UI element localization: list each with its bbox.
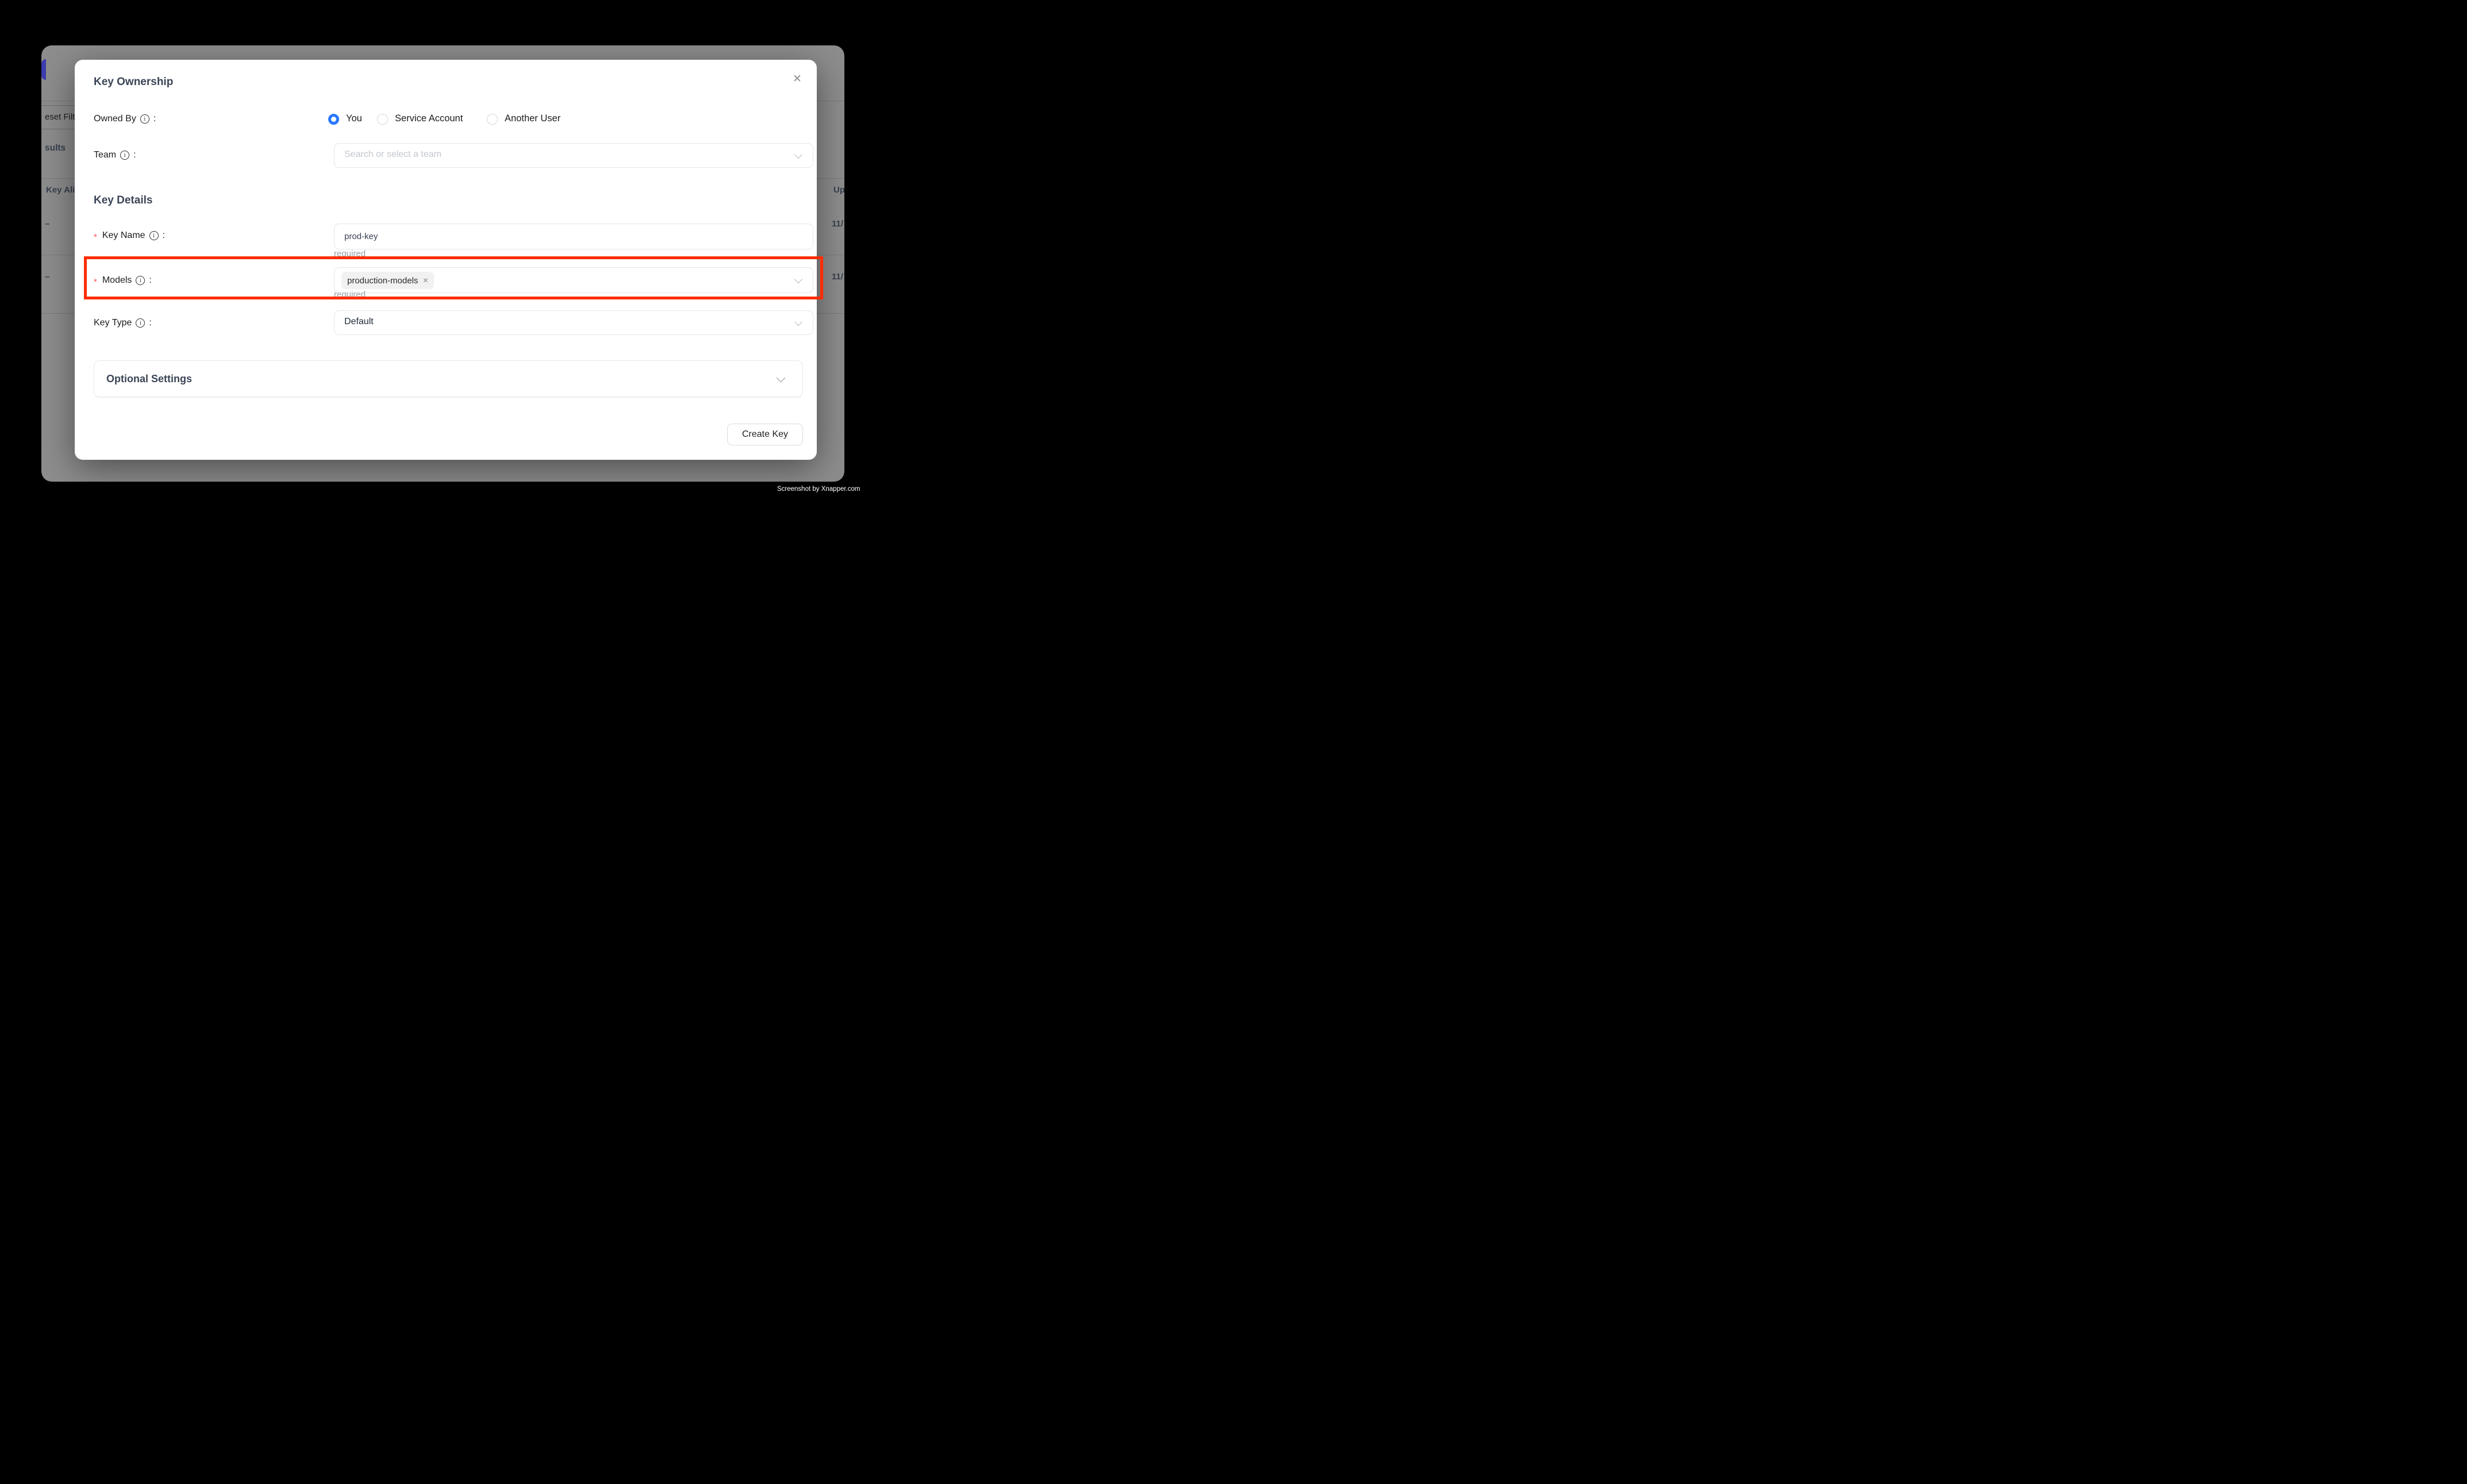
label-colon: : bbox=[133, 150, 136, 160]
optional-settings-title: Optional Settings bbox=[106, 373, 192, 385]
key-name-input[interactable]: prod-key bbox=[334, 224, 813, 249]
label-colon: : bbox=[163, 230, 165, 241]
column-header-updated: Up bbox=[833, 185, 844, 195]
radio-you-label[interactable]: You bbox=[346, 113, 362, 124]
team-select-placeholder: Search or select a team bbox=[344, 149, 441, 160]
label-colon: : bbox=[149, 318, 151, 328]
models-label: * Models i : bbox=[94, 274, 152, 287]
info-icon[interactable]: i bbox=[120, 151, 129, 160]
key-name-label: * Key Name i : bbox=[94, 229, 165, 242]
radio-you[interactable] bbox=[328, 114, 339, 125]
info-icon[interactable]: i bbox=[149, 231, 159, 240]
chevron-down-icon[interactable] bbox=[794, 275, 802, 283]
team-select[interactable]: Search or select a team bbox=[334, 143, 813, 168]
results-count-partial: sults bbox=[45, 143, 66, 153]
radio-another-user[interactable] bbox=[487, 114, 498, 125]
section-title-key-details: Key Details bbox=[94, 194, 152, 207]
required-marker: * bbox=[94, 232, 97, 242]
key-name-value: prod-key bbox=[344, 232, 378, 241]
key-type-label: Key Type i : bbox=[94, 317, 152, 329]
key-name-required-error: required bbox=[334, 249, 366, 259]
close-icon[interactable]: ✕ bbox=[790, 72, 804, 86]
reset-filters-button-partial[interactable]: eset Filt bbox=[41, 105, 79, 129]
owned-by-label: Owned By i : bbox=[94, 113, 156, 125]
models-label-text: Models bbox=[102, 275, 132, 286]
table-row: 11/ bbox=[832, 219, 843, 229]
chevron-down-icon[interactable] bbox=[777, 374, 786, 383]
key-type-select[interactable]: Default bbox=[334, 310, 813, 335]
owned-by-label-text: Owned By bbox=[94, 114, 136, 124]
section-title-key-ownership: Key Ownership bbox=[94, 76, 173, 89]
key-type-label-text: Key Type bbox=[94, 318, 132, 328]
table-row: 11/ bbox=[832, 272, 843, 282]
key-name-label-text: Key Name bbox=[102, 230, 145, 241]
watermark-text: Screenshot by Xnapper.com bbox=[777, 486, 860, 493]
models-tag-label: production-models bbox=[347, 276, 418, 286]
team-label-text: Team bbox=[94, 150, 116, 160]
optional-settings-panel[interactable]: Optional Settings bbox=[94, 360, 803, 397]
create-key-button-partial[interactable] bbox=[41, 59, 46, 80]
team-label: Team i : bbox=[94, 149, 136, 162]
required-marker: * bbox=[94, 277, 97, 287]
radio-service-account-label[interactable]: Service Account bbox=[395, 113, 463, 124]
screenshot-stage: eset Filt sults Key Alia Up – 11/ – 11/ … bbox=[0, 0, 885, 532]
chevron-down-icon[interactable] bbox=[794, 151, 802, 159]
label-colon: : bbox=[149, 275, 151, 286]
create-key-button[interactable]: Create Key bbox=[727, 424, 803, 445]
radio-service-account[interactable] bbox=[377, 114, 388, 125]
info-icon[interactable]: i bbox=[136, 318, 145, 328]
label-colon: : bbox=[153, 114, 156, 124]
models-selected-tag: production-models ✕ bbox=[341, 272, 434, 289]
table-row: – bbox=[45, 272, 49, 282]
remove-tag-icon[interactable]: ✕ bbox=[422, 276, 428, 285]
table-row: – bbox=[45, 219, 49, 229]
models-select[interactable]: production-models ✕ bbox=[334, 267, 813, 293]
create-key-modal: ✕ Key Ownership Owned By i : You Service… bbox=[75, 60, 817, 460]
radio-another-user-label[interactable]: Another User bbox=[505, 113, 560, 124]
key-type-value: Default bbox=[344, 317, 374, 327]
models-required-error: required bbox=[334, 290, 366, 299]
chevron-down-icon[interactable] bbox=[794, 318, 802, 326]
info-icon[interactable]: i bbox=[140, 114, 149, 124]
info-icon[interactable]: i bbox=[136, 276, 145, 285]
